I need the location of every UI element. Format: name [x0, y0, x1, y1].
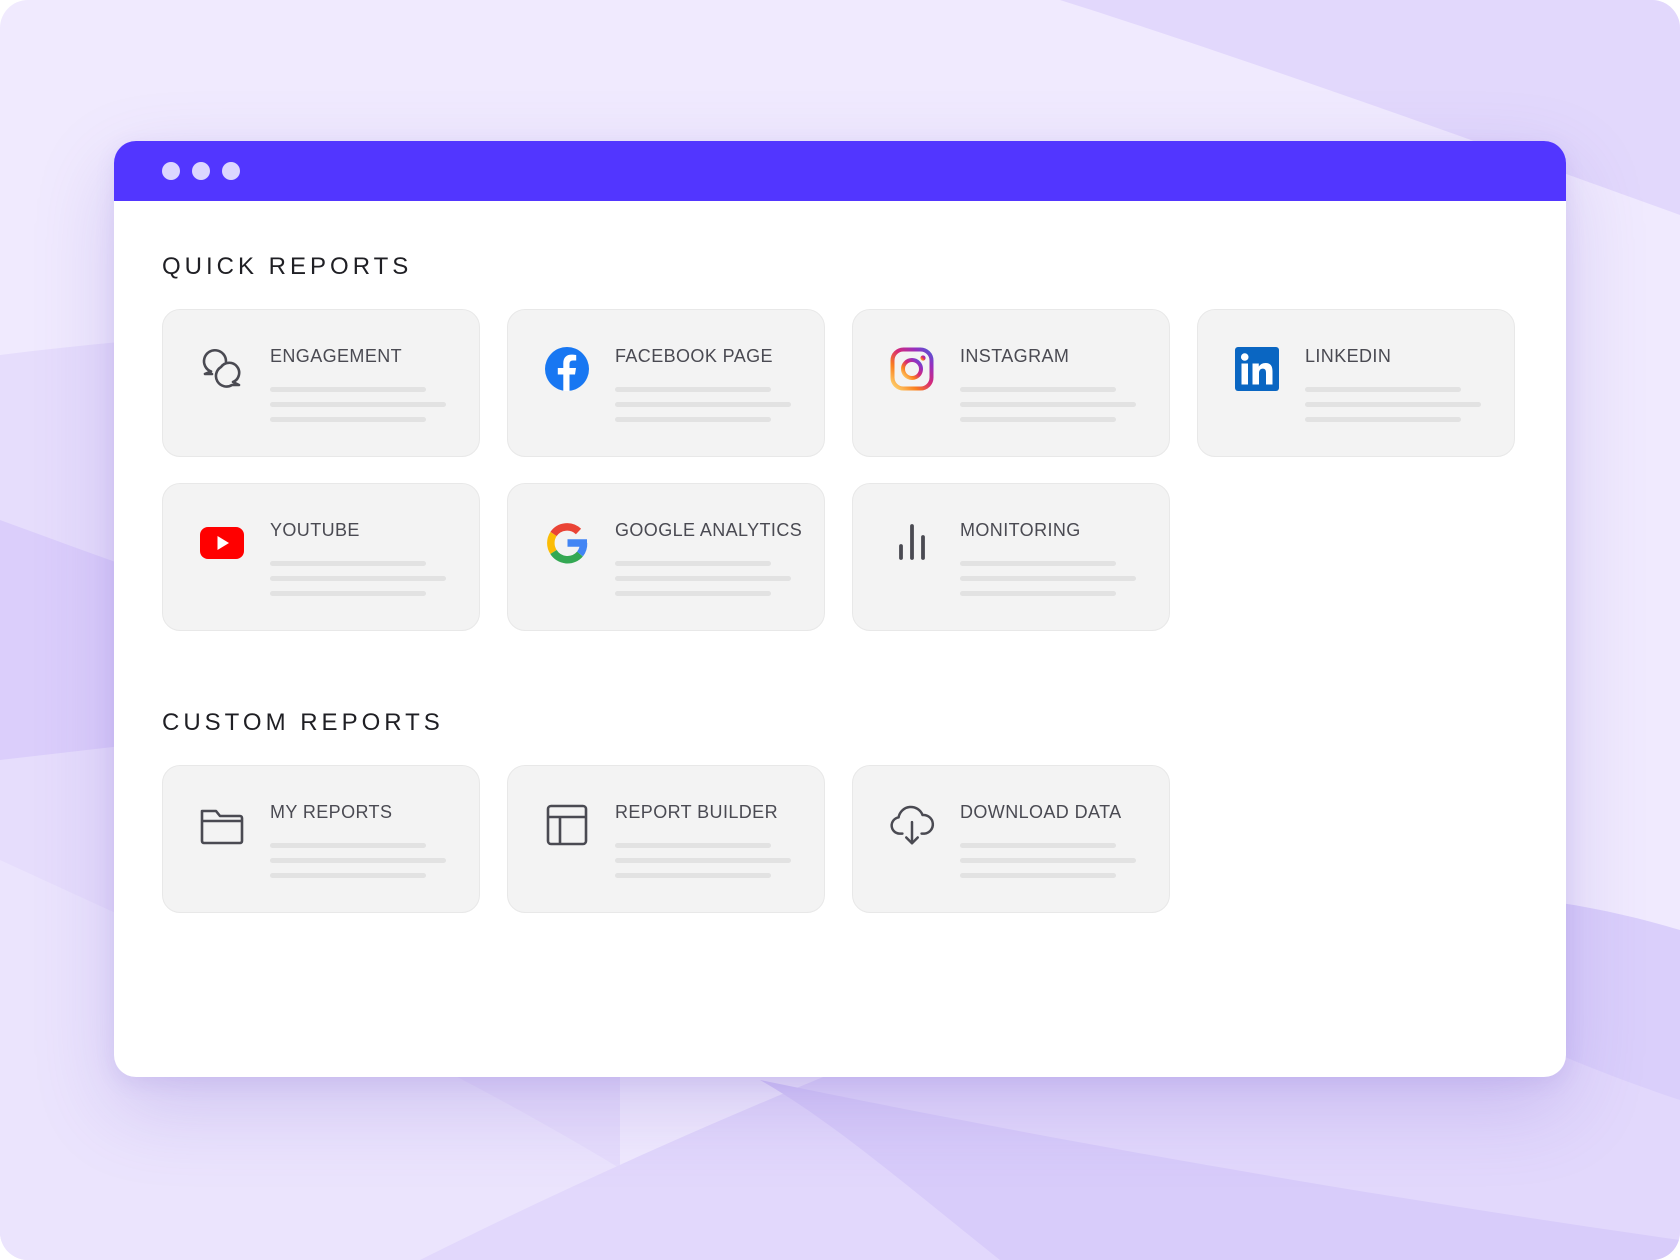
chat-bubbles-icon	[199, 346, 245, 392]
card-label: INSTAGRAM	[960, 346, 1070, 366]
placeholder-line	[960, 576, 1136, 581]
placeholder-line	[615, 576, 791, 581]
instagram-icon	[889, 346, 935, 392]
card-youtube[interactable]: YOUTUBE	[162, 483, 480, 631]
quick-reports-heading: QUICK REPORTS	[162, 253, 413, 280]
cloud-download-icon	[889, 802, 935, 848]
placeholder-line	[1305, 387, 1461, 392]
placeholder-line	[270, 576, 446, 581]
placeholder-line	[270, 873, 426, 878]
placeholder-line	[615, 417, 771, 422]
youtube-icon	[199, 520, 245, 566]
placeholder-line	[960, 387, 1116, 392]
card-label: REPORT BUILDER	[615, 802, 778, 822]
card-instagram[interactable]: INSTAGRAM	[852, 309, 1170, 457]
placeholder-line	[615, 561, 771, 566]
placeholder-line	[615, 402, 791, 407]
card-monitoring[interactable]: MONITORING	[852, 483, 1170, 631]
placeholder-line	[615, 387, 771, 392]
placeholder-line	[960, 873, 1116, 878]
placeholder-line	[615, 858, 791, 863]
linkedin-icon	[1234, 346, 1280, 392]
placeholder-line	[270, 858, 446, 863]
placeholder-line	[960, 858, 1136, 863]
layout-icon	[544, 802, 590, 848]
google-icon	[544, 520, 590, 566]
card-engagement[interactable]: ENGAGEMENT	[162, 309, 480, 457]
app-window: QUICK REPORTS ENGAGEMENT FACEBOOK PAGE I…	[114, 141, 1566, 1077]
placeholder-line	[960, 402, 1136, 407]
placeholder-line	[960, 591, 1116, 596]
card-label: FACEBOOK PAGE	[615, 346, 773, 366]
window-titlebar	[114, 141, 1566, 201]
card-label: YOUTUBE	[270, 520, 360, 540]
window-control-dot[interactable]	[192, 162, 210, 180]
card-label: DOWNLOAD DATA	[960, 802, 1122, 822]
card-label: GOOGLE ANALYTICS	[615, 520, 803, 540]
placeholder-line	[615, 591, 771, 596]
placeholder-line	[270, 387, 426, 392]
facebook-icon	[544, 346, 590, 392]
placeholder-line	[615, 843, 771, 848]
placeholder-line	[270, 561, 426, 566]
bar-chart-icon	[889, 520, 935, 566]
placeholder-line	[270, 417, 426, 422]
window-control-dot[interactable]	[222, 162, 240, 180]
card-my-reports[interactable]: MY REPORTS	[162, 765, 480, 913]
placeholder-line	[270, 591, 426, 596]
placeholder-line	[1305, 402, 1481, 407]
placeholder-line	[270, 843, 426, 848]
card-label: LINKEDIN	[1305, 346, 1392, 366]
placeholder-line	[960, 561, 1116, 566]
folder-icon	[199, 802, 245, 848]
placeholder-line	[960, 417, 1116, 422]
card-label: MY REPORTS	[270, 802, 393, 822]
card-label: ENGAGEMENT	[270, 346, 403, 366]
card-report-builder[interactable]: REPORT BUILDER	[507, 765, 825, 913]
card-google-analytics[interactable]: GOOGLE ANALYTICS	[507, 483, 825, 631]
placeholder-line	[270, 402, 446, 407]
placeholder-line	[1305, 417, 1461, 422]
window-control-dot[interactable]	[162, 162, 180, 180]
card-label: MONITORING	[960, 520, 1081, 540]
card-facebook-page[interactable]: FACEBOOK PAGE	[507, 309, 825, 457]
card-linkedin[interactable]: LINKEDIN	[1197, 309, 1515, 457]
card-download-data[interactable]: DOWNLOAD DATA	[852, 765, 1170, 913]
custom-reports-heading: CUSTOM REPORTS	[162, 709, 444, 736]
placeholder-line	[960, 843, 1116, 848]
placeholder-line	[615, 873, 771, 878]
